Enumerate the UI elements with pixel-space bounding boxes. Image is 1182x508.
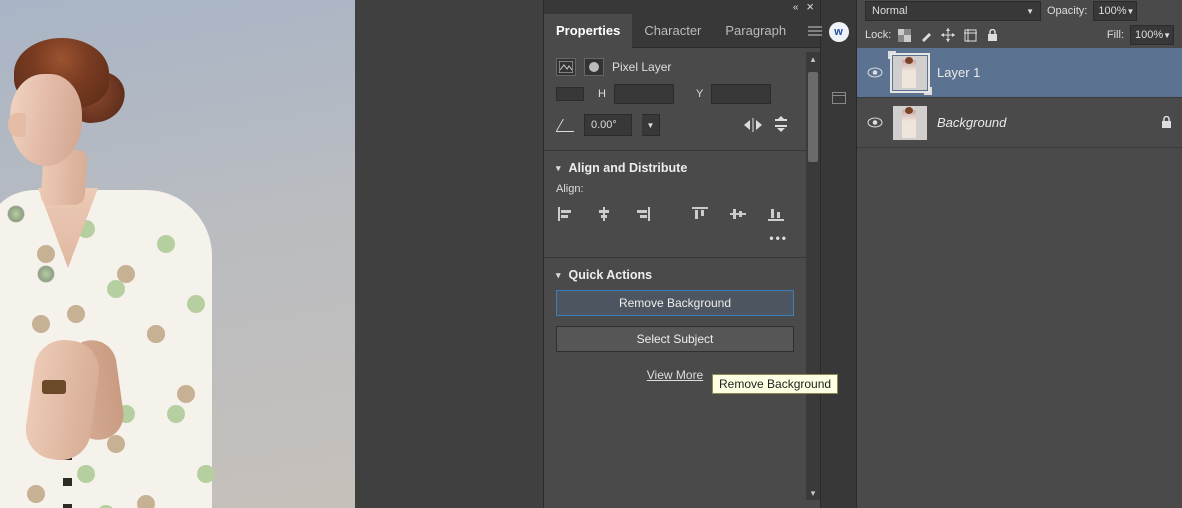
dock-panel-icon[interactable] — [832, 92, 846, 104]
lock-transparency-icon[interactable] — [895, 26, 913, 44]
chevron-down-icon: ▾ — [556, 270, 561, 281]
width-field[interactable] — [556, 87, 584, 101]
layer-type-label: Pixel Layer — [612, 60, 671, 74]
blend-mode-select[interactable]: Normal ▼ — [865, 1, 1041, 21]
visibility-icon[interactable] — [867, 117, 883, 128]
align-section-header[interactable]: ▾ Align and Distribute — [556, 161, 794, 175]
canvas-zone[interactable] — [0, 0, 543, 508]
scroll-up-icon[interactable]: ▴ — [806, 52, 820, 66]
opacity-field[interactable]: 100%▼ — [1093, 1, 1137, 21]
align-right-icon[interactable] — [634, 207, 650, 221]
close-icon[interactable]: × — [806, 2, 814, 12]
align-vcenter-icon[interactable] — [730, 207, 746, 221]
tab-properties[interactable]: Properties — [544, 14, 632, 48]
lock-artboard-icon[interactable] — [961, 26, 979, 44]
lock-position-icon[interactable] — [939, 26, 957, 44]
y-label: Y — [696, 88, 703, 100]
select-subject-button[interactable]: Select Subject — [556, 326, 794, 352]
h-label: H — [598, 88, 606, 100]
lock-icon[interactable] — [1161, 116, 1172, 129]
tab-character[interactable]: Character — [632, 14, 713, 48]
dock-strip: w — [820, 0, 856, 508]
y-field[interactable] — [711, 84, 771, 104]
layer-item[interactable]: Background — [857, 98, 1182, 148]
fill-value: 100% — [1135, 29, 1163, 41]
more-options-icon[interactable]: ••• — [556, 227, 794, 245]
layer-name[interactable]: Background — [937, 115, 1006, 130]
blend-mode-value: Normal — [872, 5, 907, 17]
tooltip: Remove Background — [712, 374, 838, 394]
chevron-down-icon: ▾ — [556, 163, 561, 174]
align-label: Align: — [556, 183, 794, 195]
align-section-title: Align and Distribute — [569, 161, 688, 175]
scroll-thumb[interactable] — [808, 72, 818, 162]
flip-horizontal-icon[interactable] — [744, 118, 762, 132]
document-image[interactable] — [0, 0, 355, 508]
dock-separator — [832, 64, 846, 70]
opacity-label: Opacity: — [1047, 5, 1087, 17]
quick-actions-title: Quick Actions — [569, 268, 653, 282]
lock-all-icon[interactable] — [983, 26, 1001, 44]
opacity-value: 100% — [1098, 5, 1126, 17]
align-top-icon[interactable] — [692, 207, 708, 221]
panel-tabs: Properties Character Paragraph — [544, 14, 820, 48]
layer-thumbnail[interactable] — [893, 56, 927, 90]
layer-thumbnail[interactable] — [893, 106, 927, 140]
align-bottom-icon[interactable] — [768, 207, 784, 221]
properties-panel: « × Properties Character Paragraph Pixel… — [543, 0, 820, 508]
lock-pixels-icon[interactable] — [917, 26, 935, 44]
remove-background-button[interactable]: Remove Background — [556, 290, 794, 316]
layer-name[interactable]: Layer 1 — [937, 65, 980, 80]
layer-item[interactable]: Layer 1 — [857, 48, 1182, 98]
tab-paragraph[interactable]: Paragraph — [713, 14, 798, 48]
visibility-icon[interactable] — [867, 67, 883, 78]
rotation-icon — [556, 118, 574, 132]
panel-menu-icon[interactable] — [798, 26, 832, 36]
align-hcenter-icon[interactable] — [596, 207, 612, 221]
scroll-down-icon[interactable]: ▾ — [806, 486, 820, 500]
align-left-icon[interactable] — [558, 207, 574, 221]
lock-label: Lock: — [865, 29, 891, 41]
mask-icon — [584, 58, 604, 76]
quick-actions-header[interactable]: ▾ Quick Actions — [556, 268, 794, 282]
layers-panel: Normal ▼ Opacity: 100%▼ Lock: Fill: 100%… — [856, 0, 1182, 508]
fill-label: Fill: — [1107, 29, 1124, 41]
pixel-layer-icon — [556, 58, 576, 76]
height-field[interactable] — [614, 84, 674, 104]
rotation-dropdown[interactable]: ▼ — [642, 114, 660, 136]
fill-field[interactable]: 100%▼ — [1130, 25, 1174, 45]
rotation-field[interactable]: 0.00° — [584, 114, 632, 136]
flip-vertical-icon[interactable] — [774, 116, 788, 134]
collapse-icon[interactable]: « — [793, 2, 799, 13]
panel-scrollbar[interactable]: ▴ ▾ — [806, 52, 820, 500]
